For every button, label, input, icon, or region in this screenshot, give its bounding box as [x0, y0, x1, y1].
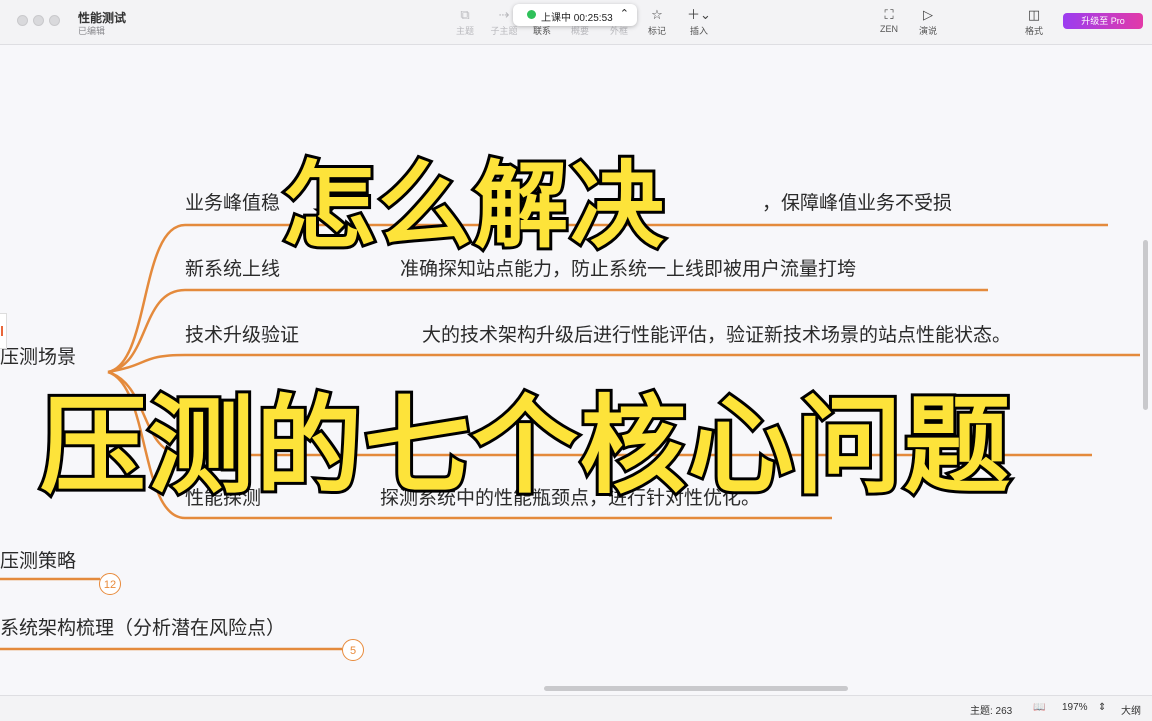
zoom-stepper-icon[interactable]: ⇕	[1098, 702, 1106, 713]
chevron-up-icon[interactable]: ⌃	[620, 7, 629, 20]
collapsed-count-badge[interactable]: 12	[99, 573, 121, 595]
minimize-window-button[interactable]	[33, 15, 44, 26]
present-button[interactable]: ▷ 演说	[906, 6, 950, 37]
document-status: 已编辑	[78, 26, 106, 36]
desc-tech-upgrade[interactable]: 大的技术架构升级后进行性能评估，验证新技术场景的站点性能状态。	[422, 320, 1011, 347]
upgrade-pro-button[interactable]: 升级至 Pro	[1063, 13, 1143, 29]
zoom-window-button[interactable]	[49, 15, 60, 26]
outline-button[interactable]: 大纲	[1121, 702, 1141, 717]
format-button[interactable]: ◫ 格式	[1012, 6, 1056, 37]
topic-tech-upgrade[interactable]: 技术升级验证	[185, 320, 299, 347]
fullscreen-icon: ⛶	[884, 7, 894, 22]
close-window-button[interactable]	[17, 15, 28, 26]
branch-stress-strategy[interactable]: 压测策略	[0, 546, 76, 573]
timer-label: 上课中 00:25:53	[541, 13, 613, 24]
topic-icon: ⧉	[460, 7, 470, 22]
topic-count: 主题: 263	[970, 706, 1013, 717]
left-panel-handle[interactable]	[0, 313, 7, 349]
zoom-level[interactable]: 197%	[1062, 702, 1088, 713]
collapsed-count-badge[interactable]: 5	[342, 639, 364, 661]
topic-peak-business[interactable]: 业务峰值稳	[185, 188, 280, 215]
play-icon: ▷	[923, 7, 933, 22]
insert-button[interactable]: ＋⌄ 插入	[677, 6, 721, 37]
horizontal-scrollbar[interactable]	[544, 686, 848, 691]
overlay-subline: 压测的七个核心问题	[37, 382, 1013, 511]
marker-button[interactable]: ☆ 标记	[635, 6, 679, 37]
topic-button[interactable]: ⧉ 主题	[443, 6, 487, 37]
status-bar: 主题: 263 📖 197% ⇕ 大纲	[0, 695, 1152, 721]
book-icon[interactable]: 📖	[1033, 702, 1045, 713]
plus-icon: ＋⌄	[687, 7, 711, 22]
vertical-scrollbar[interactable]	[1143, 240, 1148, 410]
branch-architecture-review[interactable]: 系统架构梳理（分析潜在风险点）	[0, 613, 285, 640]
zen-button[interactable]: ⛶ ZEN	[867, 6, 911, 34]
recording-indicator-icon	[527, 10, 536, 19]
format-panel-icon: ◫	[1027, 7, 1041, 22]
class-timer[interactable]: 上课中 00:25:53 ⌃	[513, 4, 637, 26]
topic-new-system-launch[interactable]: 新系统上线	[185, 254, 280, 281]
title-bar: 性能测试 已编辑 ⧉主题 ⇢子主题 ↪联系 }概要 ▢外框 ☆标记 ＋⌄插入 ⛶…	[0, 0, 1152, 45]
star-icon: ☆	[651, 7, 663, 22]
desc-peak-business[interactable]: ，保障峰值业务不受损	[762, 188, 952, 215]
overlay-headline: 怎么解决	[279, 149, 667, 264]
